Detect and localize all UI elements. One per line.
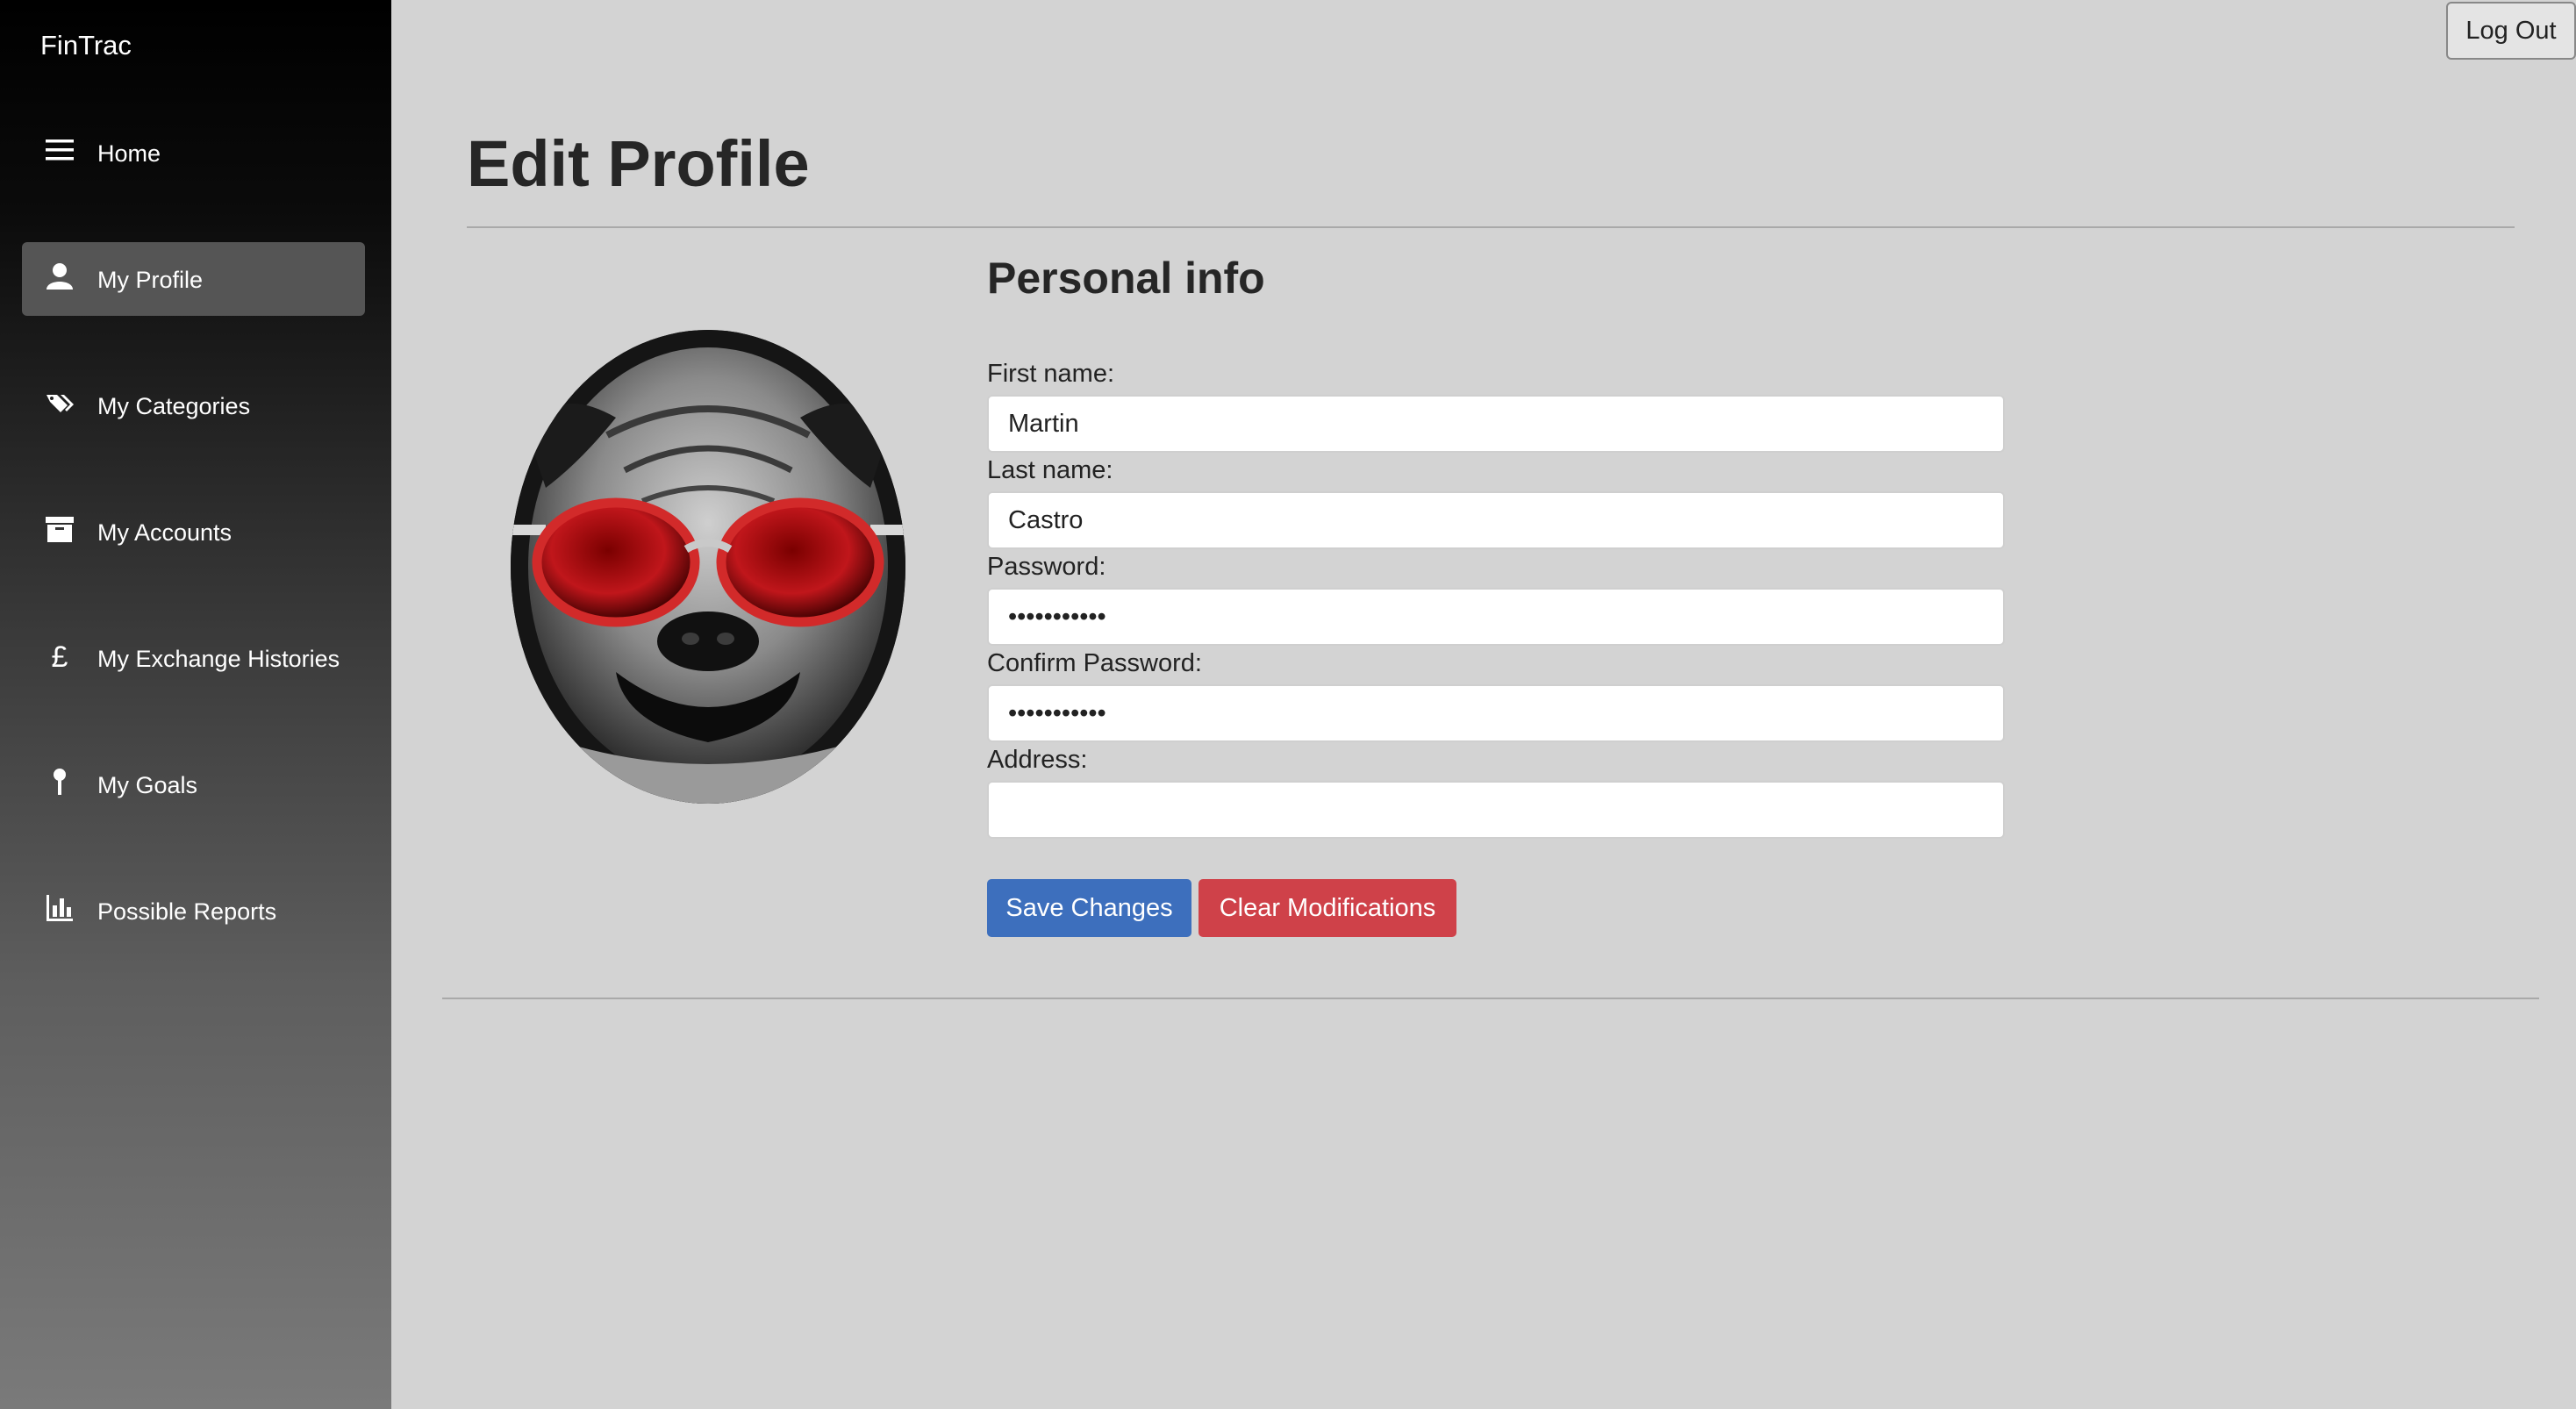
sidebar-item-my-accounts[interactable]: My Accounts	[22, 495, 365, 569]
sidebar-item-my-goals[interactable]: My Goals	[22, 747, 365, 821]
divider	[467, 226, 2515, 228]
archive-box-icon	[45, 514, 75, 544]
tags-icon	[45, 388, 75, 418]
brand-logo[interactable]: FinTrac	[40, 30, 132, 61]
first-name-label: First name:	[987, 360, 1115, 388]
sidebar-item-home[interactable]: Home	[22, 116, 365, 190]
password-label: Password:	[987, 553, 1106, 581]
address-label: Address:	[987, 746, 1088, 774]
menu-icon	[45, 135, 75, 165]
sidebar-item-label: My Categories	[97, 393, 251, 419]
logout-button[interactable]: Log Out	[2446, 2, 2576, 60]
save-changes-button[interactable]: Save Changes	[987, 879, 1191, 937]
bar-chart-icon	[45, 893, 75, 923]
svg-text:£: £	[52, 640, 68, 670]
sidebar-item-label: My Exchange Histories	[97, 646, 340, 672]
divider	[442, 998, 2539, 999]
last-name-label: Last name:	[987, 456, 1113, 484]
sidebar-item-my-categories[interactable]: My Categories	[22, 368, 365, 442]
sidebar-item-possible-reports[interactable]: Possible Reports	[22, 874, 365, 948]
sidebar-item-label: My Accounts	[97, 519, 233, 546]
sidebar-item-label: My Goals	[97, 772, 198, 798]
sidebar-item-my-profile[interactable]: My Profile	[22, 242, 365, 316]
section-title: Personal info	[987, 254, 1265, 303]
sidebar-item-label: My Profile	[97, 267, 204, 293]
confirm-password-label: Confirm Password:	[987, 649, 1202, 677]
clear-modifications-button[interactable]: Clear Modifications	[1199, 879, 1456, 937]
confirm-password-input[interactable]	[987, 684, 2005, 742]
pin-icon	[45, 767, 75, 797]
address-input[interactable]	[987, 781, 2005, 839]
sidebar: FinTrac Home My Profile My Categories My…	[0, 0, 391, 1409]
sidebar-item-label: Home	[97, 140, 161, 167]
sidebar-item-my-exchange-histories[interactable]: £ My Exchange Histories	[22, 621, 365, 695]
first-name-input[interactable]	[987, 395, 2005, 453]
page-title: Edit Profile	[467, 127, 810, 200]
avatar[interactable]	[511, 330, 905, 804]
pound-icon: £	[45, 640, 75, 670]
sidebar-item-label: Possible Reports	[97, 898, 277, 925]
last-name-input[interactable]	[987, 491, 2005, 549]
pug-avatar-icon	[511, 330, 905, 804]
password-input[interactable]	[987, 588, 2005, 646]
person-icon	[45, 261, 75, 291]
